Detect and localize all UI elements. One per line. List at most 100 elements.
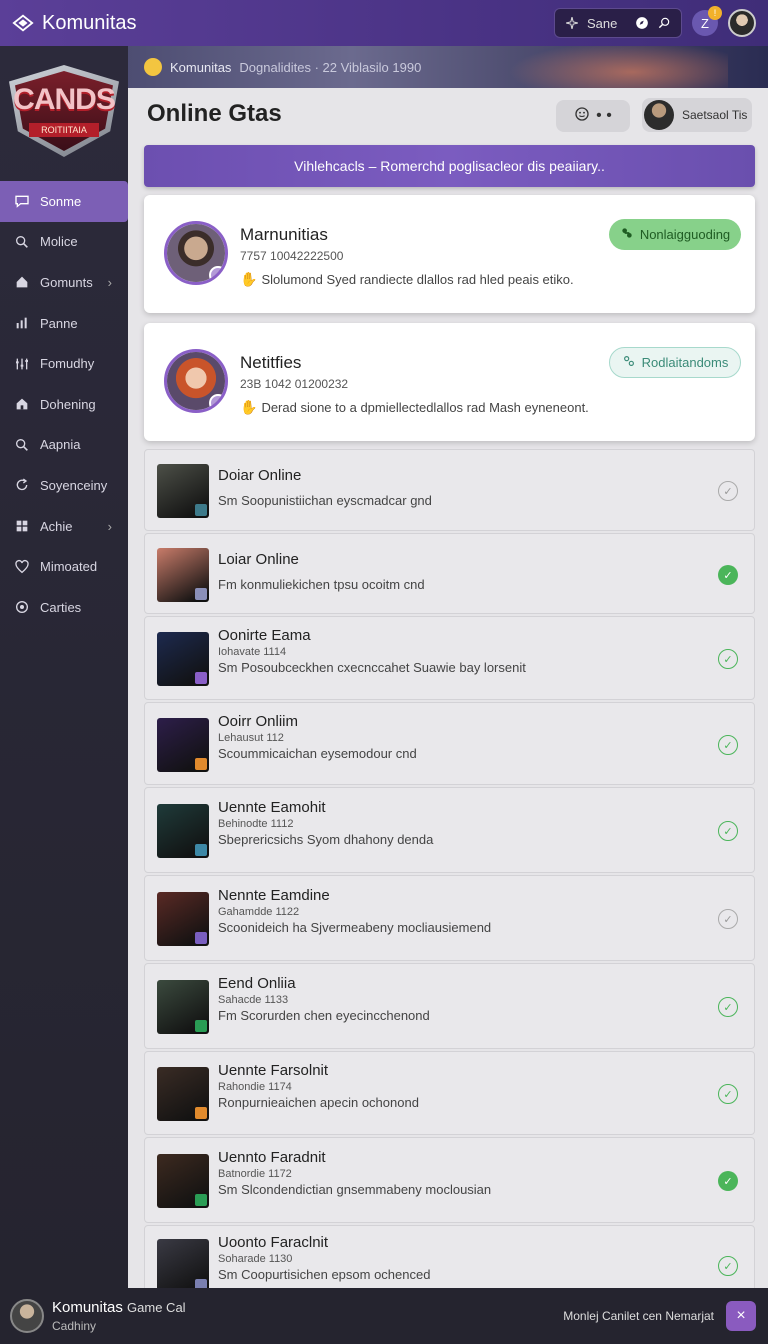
status-check-icon[interactable]: ✓ bbox=[718, 1171, 738, 1191]
game-title: Uennte Farsolnit bbox=[218, 1062, 329, 1079]
sidebar-item-dohening[interactable]: Dohening bbox=[0, 384, 128, 425]
search-icon bbox=[15, 438, 28, 451]
sparkle-icon bbox=[565, 16, 579, 30]
featured-status-button[interactable]: Nonlaigguoding bbox=[609, 219, 741, 250]
game-code: Gahamdde 1122 bbox=[218, 906, 300, 918]
notifications-button[interactable]: Z ! bbox=[692, 6, 722, 36]
game-list-item[interactable]: Uennto Faradnit Batnordie 1172 Sm Slconden… bbox=[144, 1137, 755, 1223]
sidebar-item-label: Soyenceiny bbox=[40, 477, 108, 493]
refresh-icon bbox=[16, 478, 28, 491]
sidebar-item-fomudhy[interactable]: Fomudhy bbox=[0, 343, 128, 384]
game-thumbnail bbox=[157, 892, 209, 946]
featured-desc: ✋ Slolumond Syed randiecte dlallos rad h… bbox=[240, 271, 574, 287]
user-avatar[interactable] bbox=[728, 9, 756, 37]
logo-text: CANDS bbox=[13, 83, 116, 116]
game-list-item[interactable]: Uennte Eamohit Behinodte 1112 Sbeprericsic… bbox=[144, 787, 755, 873]
game-title: Uoonto Faraclnit bbox=[218, 1234, 329, 1251]
logo-shield: CANDS ROITIITAIA bbox=[9, 65, 119, 157]
game-list-item[interactable]: Nennte Eamdine Gahamdde 1122 Scoonideich h… bbox=[144, 875, 755, 961]
user-profile-pill[interactable]: Saetsaol Tis bbox=[642, 98, 752, 132]
featured-card[interactable]: Marnunitias 7757 10042222500 ✋ Slolumond… bbox=[144, 195, 755, 313]
status-check-icon[interactable]: ✓ bbox=[718, 1256, 738, 1276]
sidebar-item-aapnia[interactable]: Aapnia bbox=[0, 425, 128, 466]
sidebar: CANDS ROITIITAIA Sonme Molice Gomunts › Pann… bbox=[0, 46, 128, 1288]
notif-letter: Z bbox=[701, 15, 709, 31]
hand-icon: ✋ bbox=[240, 399, 258, 415]
settings-icon bbox=[16, 601, 28, 614]
heart-icon bbox=[15, 559, 29, 573]
game-title: Ooirr Onliim bbox=[218, 713, 299, 730]
game-title: Uennto Faradnit bbox=[218, 1149, 326, 1166]
community-banner[interactable]: Komunitas Dognalidites · 22 Viblasilo 19… bbox=[128, 46, 768, 88]
hand-icon: ✋ bbox=[240, 271, 258, 287]
game-list: Doiar Online Sm Soopunistiichan eyscmadca… bbox=[144, 449, 755, 1307]
status-check-icon[interactable]: ✓ bbox=[718, 481, 738, 501]
game-title: Eend Onliia bbox=[218, 975, 296, 992]
game-list-item[interactable]: Eend Onliia Sahacde 1133 Fm Scorurden chen… bbox=[144, 963, 755, 1049]
game-title: Oonirte Eama bbox=[218, 627, 311, 644]
featured-status-button[interactable]: Rodlaitandoms bbox=[609, 347, 741, 378]
sidebar-item-soyenceiny[interactable]: Soyenceiny bbox=[0, 465, 128, 506]
search-icon bbox=[15, 235, 28, 248]
sidebar-item-achie[interactable]: Achie › bbox=[0, 506, 128, 547]
featured-number: 23B 1042 01200232 bbox=[240, 377, 349, 391]
sidebar-item-label: Aapnia bbox=[40, 437, 81, 453]
sidebar-item-label: Dohening bbox=[40, 396, 96, 412]
game-desc: Fm konmuliekichen tpsu ocoitm cnd bbox=[218, 577, 425, 592]
emoji-face-icon bbox=[574, 106, 590, 127]
game-list-item[interactable]: Uennte Farsolnit Rahondie 1174 Ronpurnieai… bbox=[144, 1051, 755, 1135]
sidebar-item-gomunts[interactable]: Gomunts › bbox=[0, 262, 128, 303]
game-thumbnail bbox=[157, 1067, 209, 1121]
sidebar-item-carties[interactable]: Carties bbox=[0, 587, 128, 628]
game-code: Behinodte 1112 bbox=[218, 818, 294, 830]
game-title: Nennte Eamdine bbox=[218, 887, 330, 904]
profile-name: Saetsaol Tis bbox=[682, 108, 748, 122]
home-icon bbox=[16, 277, 28, 288]
options-button[interactable]: • • bbox=[556, 100, 630, 132]
status-check-icon[interactable]: ✓ bbox=[718, 565, 738, 585]
banner-label: Komunitas bbox=[170, 59, 232, 75]
sidebar-item-label: Molice bbox=[40, 234, 78, 250]
game-list-item[interactable]: Oonirte Eama Iohavate 1114 Sm Posoubceckhe… bbox=[144, 616, 755, 700]
sidebar-item-label: Carties bbox=[40, 599, 82, 615]
sidebar-item-label: Fomudhy bbox=[40, 356, 95, 372]
compass-icon[interactable] bbox=[635, 16, 649, 30]
bottom-sub: Cadhiny bbox=[52, 1319, 97, 1333]
game-desc: Ronpurnieaichen apecin ochonond bbox=[218, 1095, 419, 1110]
game-code: Lehausut 112 bbox=[218, 732, 284, 744]
game-title: Doiar Online bbox=[218, 467, 302, 484]
search-icon[interactable] bbox=[657, 16, 671, 30]
house-icon bbox=[16, 398, 28, 410]
status-check-icon[interactable]: ✓ bbox=[718, 1084, 738, 1104]
bottom-avatar[interactable] bbox=[10, 1299, 44, 1333]
game-list-item[interactable]: Ooirr Onliim Lehausut 112 Scoummicaichan e… bbox=[144, 702, 755, 785]
bottom-bar: Komunitas Game Cal Cadhiny Monlej Canile… bbox=[0, 1288, 768, 1344]
status-check-icon[interactable]: ✓ bbox=[718, 735, 738, 755]
game-logo[interactable]: CANDS ROITIITAIA bbox=[0, 46, 128, 176]
game-list-item[interactable]: Loiar Online Fm konmuliekichen tpsu ocoit… bbox=[144, 533, 755, 614]
sidebar-item-mimoated[interactable]: Mimoated bbox=[0, 546, 128, 587]
game-list-item[interactable]: Doiar Online Sm Soopunistiichan eyscmadca… bbox=[144, 449, 755, 531]
close-button[interactable]: × bbox=[726, 1301, 756, 1331]
status-check-icon[interactable]: ✓ bbox=[718, 997, 738, 1017]
status-check-icon[interactable]: ✓ bbox=[718, 909, 738, 929]
game-desc: Sbeprericsichs Syom dhahony denda bbox=[218, 832, 434, 847]
top-search-pill[interactable]: Sane bbox=[554, 8, 682, 38]
sidebar-item-molice[interactable]: Molice bbox=[0, 222, 128, 263]
bottom-user[interactable]: Komunitas Game Cal Cadhiny bbox=[52, 1299, 186, 1333]
status-check-icon[interactable]: ✓ bbox=[718, 821, 738, 841]
sidebar-item-sonme[interactable]: Sonme bbox=[0, 181, 128, 222]
game-thumbnail bbox=[157, 632, 209, 686]
game-code: Sahacde 1133 bbox=[218, 994, 289, 1006]
sidebar-item-panne[interactable]: Panne bbox=[0, 303, 128, 344]
featured-card[interactable]: Netitfies 23B 1042 01200232 ✋ Derad sion… bbox=[144, 323, 755, 441]
sidebar-item-label: Panne bbox=[40, 315, 78, 331]
game-thumbnail bbox=[157, 980, 209, 1034]
profile-avatar bbox=[644, 100, 674, 130]
promo-banner[interactable]: Vihlehcacls – Romerchd poglisacleor dis … bbox=[144, 145, 755, 187]
chevron-right-icon: › bbox=[107, 518, 112, 534]
chat-bubble-icon bbox=[15, 195, 29, 209]
game-desc: Sm Coopurtisichen epsom ochenced bbox=[218, 1267, 431, 1282]
status-check-icon[interactable]: ✓ bbox=[718, 649, 738, 669]
brand[interactable]: Komunitas bbox=[12, 12, 137, 35]
